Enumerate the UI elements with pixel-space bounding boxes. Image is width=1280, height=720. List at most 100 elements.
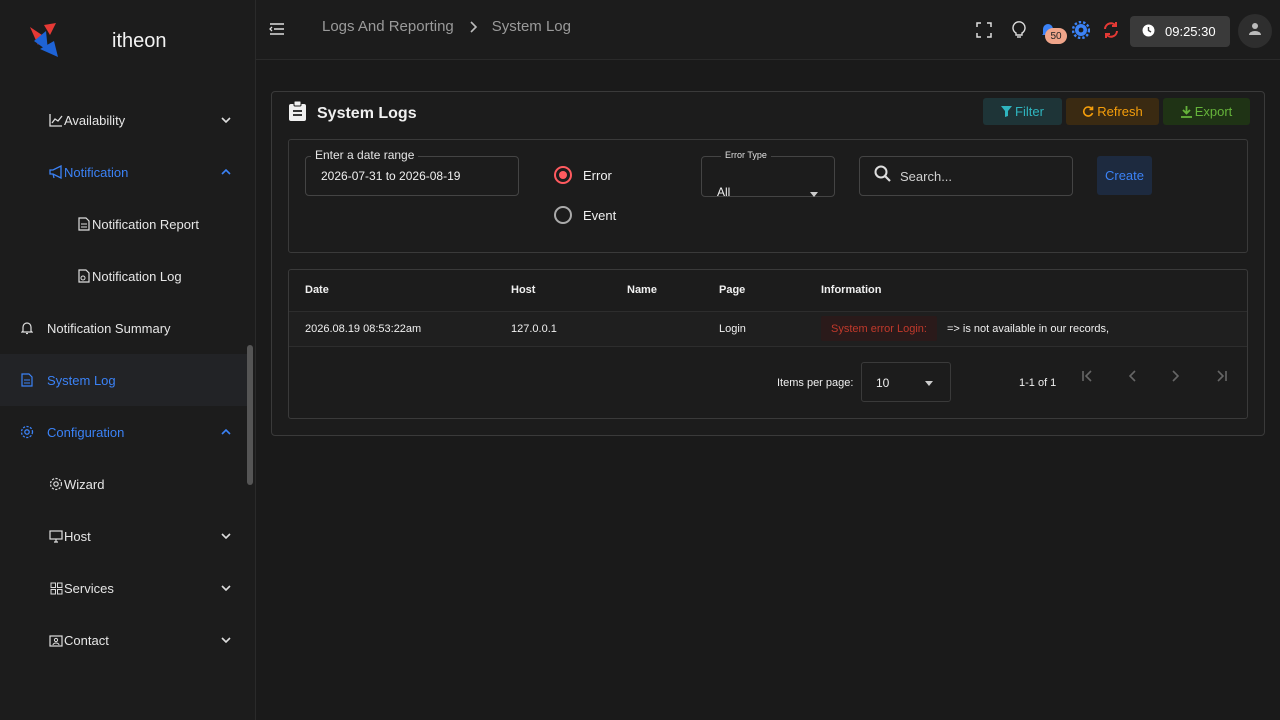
items-per-page-select[interactable]: 10 <box>861 362 951 402</box>
topbar: Logs And Reporting System Log 50 09:25:3… <box>256 0 1280 60</box>
lightbulb-icon[interactable] <box>1009 20 1029 40</box>
gear-icon <box>48 476 64 492</box>
chevron-up-icon <box>218 424 234 440</box>
error-type-label: Error Type <box>721 150 771 160</box>
sidebar-item-label: Notification <box>64 164 129 180</box>
sidebar-item-label: Host <box>64 528 91 544</box>
breadcrumb-item-logs-and-reporting[interactable]: Logs And Reporting <box>322 18 454 35</box>
sidebar-item-label: Configuration <box>47 424 125 440</box>
clipboard-icon <box>288 100 307 126</box>
search-input[interactable] <box>900 168 1050 184</box>
chevron-right-icon <box>470 20 478 33</box>
sidebar-item-contact[interactable]: Contact <box>0 614 248 666</box>
filter-button-label: Filter <box>1015 104 1044 119</box>
filter-button[interactable]: Filter <box>983 98 1062 125</box>
column-header-name[interactable]: Name <box>627 284 657 296</box>
radio-event-label: Event <box>583 207 617 223</box>
export-button-label: Export <box>1194 104 1233 119</box>
export-button[interactable]: Export <box>1163 98 1250 125</box>
sidebar-item-notification-summary[interactable]: Notification Summary <box>0 302 248 354</box>
last-page-icon[interactable] <box>1212 367 1230 385</box>
funnel-icon <box>1001 106 1013 117</box>
grid-icon <box>48 580 64 596</box>
items-per-page-value: 10 <box>876 376 890 390</box>
brand-logo <box>28 21 62 59</box>
sidebar-item-notification-log[interactable]: Notification Log <box>0 250 248 302</box>
sidebar-item-label: Notification Summary <box>47 320 171 336</box>
sidebar-item-label: Contact <box>64 632 109 648</box>
error-type-select[interactable]: All <box>701 156 835 199</box>
sidebar-item-label: System Log <box>47 372 116 388</box>
next-page-icon[interactable] <box>1167 367 1185 385</box>
brand-name: itheon <box>112 30 167 52</box>
column-header-date[interactable]: Date <box>305 284 329 296</box>
table-row[interactable]: 2026.08.19 08:53:22am 127.0.0.1 Login Sy… <box>289 311 1247 347</box>
error-tag: System error Login: <box>821 316 937 341</box>
date-range-label: Enter a date range <box>311 148 419 162</box>
chevron-up-icon <box>218 164 234 180</box>
cell-host: 127.0.0.1 <box>511 323 557 335</box>
cell-date: 2026.08.19 08:53:22am <box>305 323 422 335</box>
fullscreen-icon[interactable] <box>974 20 994 40</box>
sidebar-item-label: Wizard <box>64 476 105 492</box>
gear-icon <box>19 424 35 440</box>
settings-gear-icon[interactable] <box>1071 20 1091 40</box>
sidebar-item-label: Services <box>64 580 114 596</box>
caret-down-icon <box>925 381 933 386</box>
sidebar-item-availability[interactable]: Availability <box>0 94 248 146</box>
brand[interactable]: itheon <box>28 18 167 62</box>
sidebar-item-notification[interactable]: Notification <box>0 146 248 198</box>
column-header-information[interactable]: Information <box>821 284 882 296</box>
radio-error-label: Error <box>583 167 612 183</box>
chevron-down-icon <box>218 112 234 128</box>
radio-unchecked-icon <box>554 206 572 224</box>
sidebar-item-label: Availability <box>64 112 126 128</box>
previous-page-icon[interactable] <box>1123 367 1141 385</box>
bell-icon <box>19 320 35 336</box>
refresh-button[interactable]: Refresh <box>1066 98 1159 125</box>
sidebar-item-host[interactable]: Host <box>0 510 248 562</box>
radio-checked-icon <box>554 166 572 184</box>
first-page-icon[interactable] <box>1079 367 1097 385</box>
avatar[interactable] <box>1238 14 1272 48</box>
column-header-host[interactable]: Host <box>511 284 535 296</box>
date-range-value: 2026-07-31 to 2026-08-19 <box>321 169 461 183</box>
clock-icon <box>1142 24 1155 40</box>
contact-card-icon <box>48 632 64 648</box>
column-header-page[interactable]: Page <box>719 284 745 296</box>
refresh-icon <box>1082 105 1094 118</box>
system-logs-card: System Logs Filter Refresh Export 2026-0… <box>271 91 1265 436</box>
create-button[interactable]: Create <box>1097 156 1152 195</box>
pagination-range: 1-1 of 1 <box>1019 377 1057 389</box>
sidebar-item-services[interactable]: Services <box>0 562 248 614</box>
radio-error[interactable]: Error <box>554 166 612 184</box>
sidebar-item-wizard[interactable]: Wizard <box>0 458 248 510</box>
sidebar-scrollbar[interactable] <box>247 345 253 485</box>
sync-icon[interactable] <box>1101 20 1121 40</box>
search-field[interactable] <box>859 156 1073 196</box>
sidebar-item-system-log[interactable]: System Log <box>0 354 248 406</box>
sidebar-item-label: Notification Log <box>92 268 182 284</box>
user-icon <box>1248 22 1262 41</box>
clock: 09:25:30 <box>1130 16 1230 47</box>
document-icon <box>76 216 92 232</box>
cell-page: Login <box>719 323 746 335</box>
document-search-icon <box>76 268 92 284</box>
chevron-down-icon <box>218 580 234 596</box>
chart-line-icon <box>48 112 64 128</box>
items-per-page-label: Items per page: <box>777 377 854 389</box>
radio-event[interactable]: Event <box>554 206 616 224</box>
refresh-button-label: Refresh <box>1097 104 1143 119</box>
chevron-down-icon <box>218 632 234 648</box>
logs-table: Date Host Name Page Information 2026.08.… <box>288 269 1248 419</box>
date-range-field[interactable]: 2026-07-31 to 2026-08-19 <box>305 156 519 196</box>
chevron-down-icon <box>218 528 234 544</box>
download-icon <box>1180 105 1192 118</box>
menu-toggle-icon[interactable] <box>268 20 286 38</box>
card-title: System Logs <box>317 104 417 122</box>
breadcrumb-item-system-log: System Log <box>491 18 571 35</box>
error-type-value: All <box>717 185 731 199</box>
sidebar-item-notification-report[interactable]: Notification Report <box>0 198 248 250</box>
sidebar: itheon Availability Notification Notific… <box>0 0 256 720</box>
sidebar-item-configuration[interactable]: Configuration <box>0 406 248 458</box>
